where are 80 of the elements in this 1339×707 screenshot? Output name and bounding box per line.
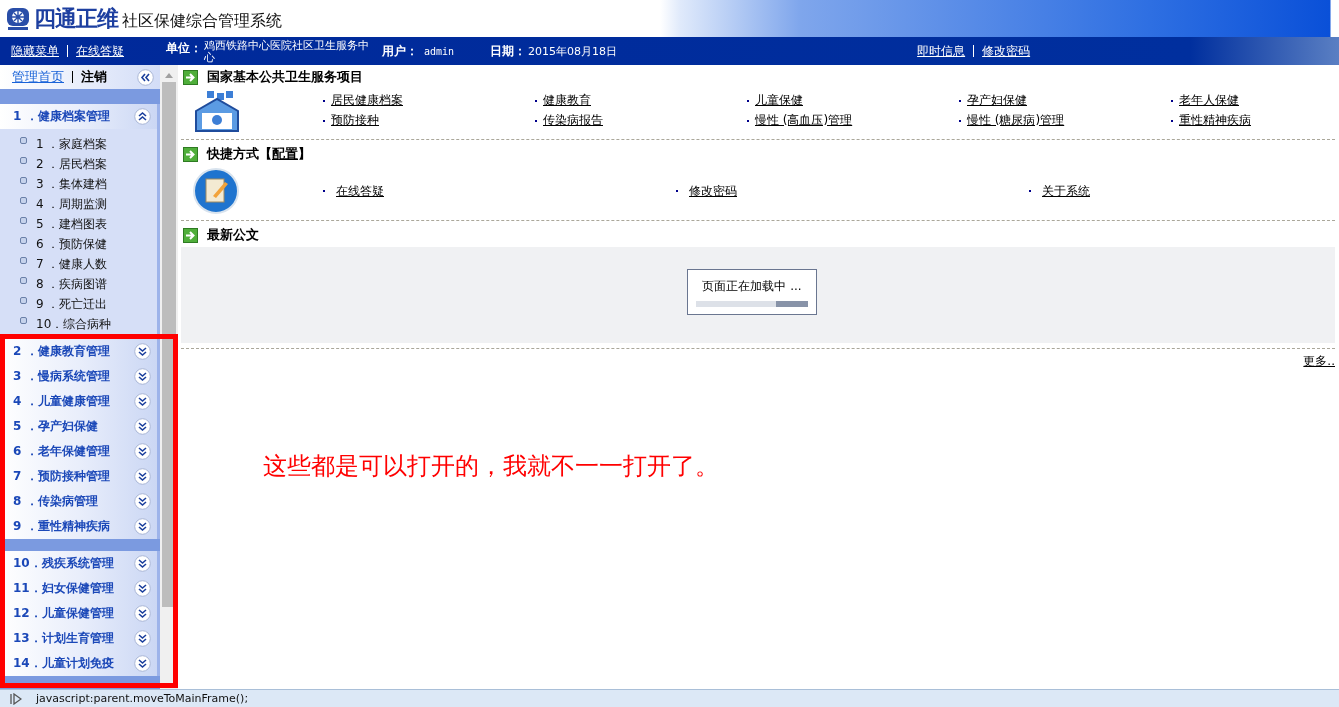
menu-item[interactable]: 5 ．建档图表 (36, 215, 108, 233)
logo-text: 四通正维 (34, 4, 118, 33)
menu-item[interactable]: 7 ．健康人数 (36, 255, 108, 273)
sidebar-top-link[interactable]: 注销 (81, 68, 107, 86)
bullet-icon (20, 256, 27, 264)
expand-icon[interactable] (134, 393, 151, 410)
expand-icon[interactable] (134, 418, 151, 435)
bullet-icon (20, 156, 27, 164)
app-title: 社区保健综合管理系统 (122, 11, 282, 32)
section-title: 最新公文 (207, 226, 259, 244)
bullet-icon (20, 316, 27, 324)
collapse-icon[interactable] (137, 68, 154, 86)
collapse-icon[interactable] (134, 108, 151, 125)
notepad-icon (193, 168, 239, 214)
expand-icon[interactable] (134, 605, 151, 622)
bullet-icon (20, 236, 27, 244)
expand-icon[interactable] (134, 493, 151, 510)
shortcut-link[interactable]: 修改密码 (683, 182, 737, 200)
unit-value: 鸡西铁路中心医院社区卫生服务中心 (204, 40, 370, 64)
play-icon (10, 692, 22, 705)
nav-link[interactable]: 隐藏菜单 (11, 42, 59, 60)
menu-item[interactable]: 4 ．周期监测 (36, 195, 108, 213)
expand-icon[interactable] (134, 343, 151, 360)
service-link[interactable]: 老年人保健 (1178, 92, 1239, 109)
config-link[interactable]: 配置 (272, 145, 298, 163)
loading-text: 页面正在加载中 ... (702, 277, 802, 295)
expand-icon[interactable] (134, 368, 151, 385)
bullet-icon (20, 216, 27, 224)
annotation-text: 这些都是可以打开的，我就不一一打开了。 (263, 451, 720, 482)
status-text: javascript:parent.moveToMainFrame(); (36, 692, 249, 705)
bullet-icon (20, 176, 27, 184)
unit-label: 单位： (165, 40, 202, 57)
expand-icon[interactable] (134, 655, 151, 672)
menu-item[interactable]: 8 ．疾病图谱 (36, 275, 108, 293)
service-link[interactable]: 健康教育 (542, 92, 591, 109)
nav-link[interactable]: 修改密码 (982, 42, 1031, 60)
arrow-icon (183, 227, 198, 243)
expand-icon[interactable] (134, 555, 151, 572)
bullet-icon (20, 296, 27, 304)
service-link[interactable]: 儿童保健 (754, 92, 803, 109)
nav-link[interactable]: 在线答疑 (76, 42, 124, 60)
menu-item[interactable]: 9 ．死亡迁出 (36, 295, 108, 313)
menu-item[interactable]: 10．综合病种 (36, 315, 112, 333)
shortcut-link[interactable]: 关于系统 (1036, 182, 1090, 200)
service-link[interactable]: 慢性 (高血压)管理 (754, 112, 853, 129)
expand-icon[interactable] (134, 580, 151, 597)
user-label: 用户： (382, 42, 418, 60)
menu-item[interactable]: 6 ．预防保健 (36, 235, 108, 253)
sidebar-top-link[interactable]: 管理首页 (12, 68, 64, 86)
bullet-icon (20, 196, 27, 204)
arrow-icon (183, 69, 198, 85)
expand-icon[interactable] (134, 468, 151, 485)
house-icon (193, 89, 241, 133)
user-value: admin (424, 45, 455, 57)
service-link[interactable]: 慢性 (糖尿病)管理 (966, 112, 1065, 129)
expand-icon[interactable] (134, 630, 151, 647)
service-link[interactable]: 预防接种 (330, 112, 379, 129)
menu-item[interactable]: 3 ．集体建档 (36, 175, 108, 193)
nav-link[interactable]: 即时信息 (917, 42, 966, 60)
bullet-icon (20, 276, 27, 284)
service-link[interactable]: 居民健康档案 (330, 92, 403, 109)
section-title: 国家基本公共卫生服务项目 (207, 68, 363, 86)
bracket-text: 】 (298, 145, 311, 163)
service-link[interactable]: 传染病报告 (542, 112, 603, 129)
date-value: 2015年08月18日 (528, 43, 618, 59)
scrollbar-thumb[interactable] (162, 82, 176, 607)
menu-group[interactable]: 1 ．健康档案管理 (0, 104, 157, 129)
shortcut-link[interactable]: 在线答疑 (330, 182, 384, 200)
arrow-icon (183, 146, 198, 162)
logo-icon (6, 6, 30, 31)
more-link[interactable]: 更多.. (1302, 353, 1335, 370)
expand-icon[interactable] (134, 518, 151, 535)
expand-icon[interactable] (134, 443, 151, 460)
menu-item[interactable]: 1 ．家庭档案 (36, 135, 108, 153)
section-title: 快捷方式【 (207, 145, 272, 163)
service-link[interactable]: 孕产妇保健 (966, 92, 1027, 109)
date-label: 日期： (490, 42, 527, 60)
service-link[interactable]: 重性精神疾病 (1178, 112, 1251, 129)
bullet-icon (20, 136, 27, 144)
menu-item[interactable]: 2 ．居民档案 (36, 155, 108, 173)
